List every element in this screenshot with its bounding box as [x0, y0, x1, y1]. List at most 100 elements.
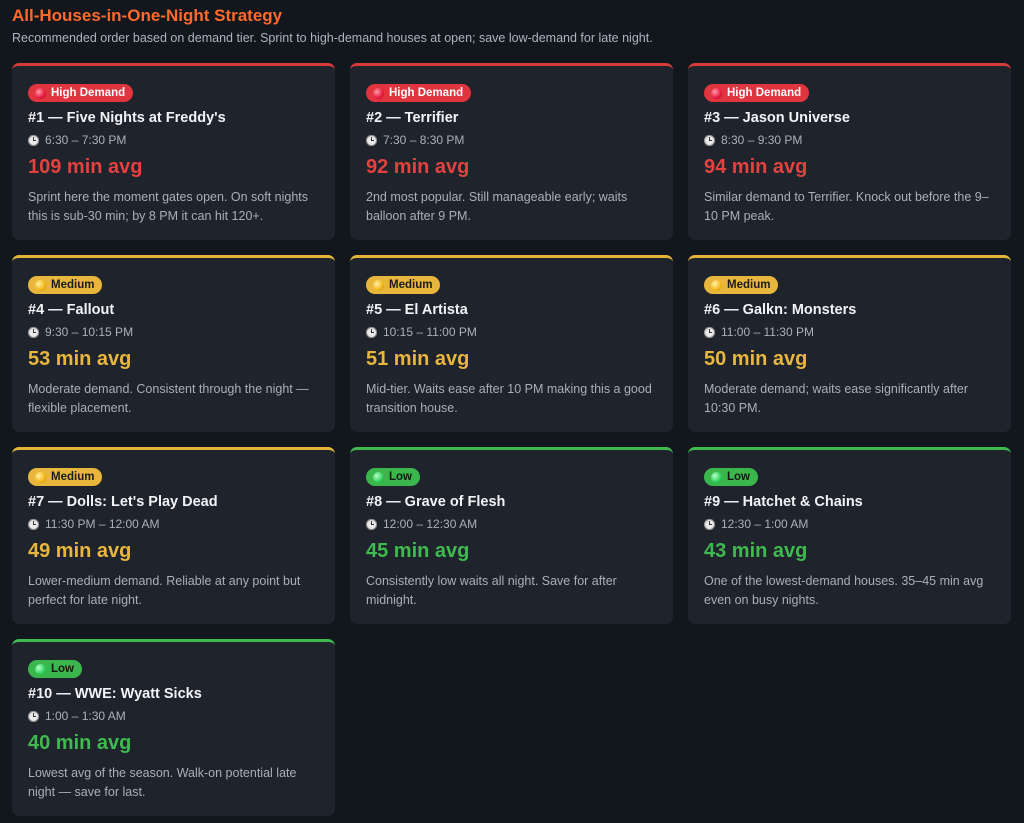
demand-badge: Medium	[366, 276, 441, 294]
demand-badge-label: High Demand	[51, 87, 126, 99]
demand-badge-label: High Demand	[389, 87, 464, 99]
time-slot-label: 11:30 PM – 12:00 AM	[45, 516, 160, 531]
time-slot-label: 6:30 – 7:30 PM	[45, 132, 127, 147]
time-slot-label: 12:00 – 12:30 AM	[383, 516, 478, 531]
clock-icon	[366, 326, 377, 338]
house-description: One of the lowest-demand houses. 35–45 m…	[704, 573, 984, 607]
demand-badge: Low	[704, 468, 758, 486]
demand-badge: Low	[366, 468, 420, 486]
clock-icon	[28, 710, 39, 722]
avg-wait: 92 min avg	[366, 155, 470, 178]
house-name: #3 — Jason Universe	[704, 109, 850, 126]
house-description: Sprint here the moment gates open. On so…	[28, 189, 309, 223]
avg-wait: 40 min avg	[28, 731, 132, 754]
time-slot-label: 11:00 – 11:30 PM	[721, 324, 814, 339]
avg-wait: 45 min avg	[366, 539, 470, 562]
demand-badge-label: Low	[389, 471, 412, 483]
clock-icon	[28, 518, 39, 530]
house-card-10: Low #10 — WWE: Wyatt Sicks 1:00 – 1:30 A…	[12, 639, 335, 816]
demand-badge-label: Medium	[51, 279, 95, 291]
demand-badge: Low	[28, 660, 82, 678]
house-description: Moderate demand. Consistent through the …	[28, 381, 309, 415]
house-card-9: Low #9 — Hatchet & Chains 12:30 – 1:00 A…	[688, 447, 1011, 624]
time-slot: 7:30 – 8:30 PM	[366, 133, 657, 148]
page-header: All-Houses-in-One-Night Strategy Recomme…	[12, 6, 653, 46]
clock-icon	[366, 134, 377, 146]
house-description: Mid-tier. Waits ease after 10 PM making …	[366, 381, 652, 415]
demand-badge-label: Medium	[727, 279, 771, 291]
house-name: #9 — Hatchet & Chains	[704, 493, 863, 510]
status-dot-icon	[373, 471, 384, 483]
page-subtitle: Recommended order based on demand tier. …	[12, 31, 653, 45]
house-card-6: Medium #6 — Galkn: Monsters 11:00 – 11:3…	[688, 255, 1011, 432]
avg-wait: 50 min avg	[704, 347, 808, 370]
demand-badge-label: Low	[727, 471, 750, 483]
time-slot: 8:30 – 9:30 PM	[704, 133, 995, 148]
time-slot: 10:15 – 11:00 PM	[366, 325, 657, 340]
demand-badge: Medium	[28, 276, 103, 294]
status-dot-icon	[35, 471, 46, 483]
clock-icon	[366, 518, 377, 530]
house-description: Lower-medium demand. Reliable at any poi…	[28, 573, 301, 607]
time-slot: 6:30 – 7:30 PM	[28, 133, 319, 148]
time-slot-label: 10:15 – 11:00 PM	[383, 324, 477, 339]
time-slot: 9:30 – 10:15 PM	[28, 325, 319, 340]
house-description: Lowest avg of the season. Walk-on potent…	[28, 765, 297, 799]
house-description: 2nd most popular. Still manageable early…	[366, 189, 628, 223]
house-name: #10 — WWE: Wyatt Sicks	[28, 685, 202, 702]
status-dot-icon	[35, 663, 46, 675]
status-dot-icon	[373, 87, 384, 99]
avg-wait: 51 min avg	[366, 347, 470, 370]
avg-wait: 53 min avg	[28, 347, 132, 370]
house-card-5: Medium #5 — El Artista 10:15 – 11:00 PM …	[350, 255, 673, 432]
demand-badge: Medium	[28, 468, 103, 486]
house-name: #4 — Fallout	[28, 301, 115, 318]
avg-wait: 43 min avg	[704, 539, 808, 562]
status-dot-icon	[711, 279, 722, 291]
house-description: Consistently low waits all night. Save f…	[366, 573, 617, 607]
demand-badge: High Demand	[28, 84, 134, 102]
house-name: #5 — El Artista	[366, 301, 468, 318]
demand-badge-label: High Demand	[727, 87, 802, 99]
house-name: #7 — Dolls: Let's Play Dead	[28, 493, 218, 510]
house-name: #8 — Grave of Flesh	[366, 493, 506, 510]
time-slot-label: 7:30 – 8:30 PM	[383, 132, 465, 147]
avg-wait: 94 min avg	[704, 155, 808, 178]
house-name: #2 — Terrifier	[366, 109, 459, 126]
time-slot: 12:00 – 12:30 AM	[366, 517, 657, 532]
status-dot-icon	[35, 279, 46, 291]
time-slot-label: 1:00 – 1:30 AM	[45, 708, 126, 723]
avg-wait: 109 min avg	[28, 155, 143, 178]
status-dot-icon	[35, 87, 46, 99]
house-card-7: Medium #7 — Dolls: Let's Play Dead 11:30…	[12, 447, 335, 624]
demand-badge: High Demand	[366, 84, 472, 102]
house-name: #6 — Galkn: Monsters	[704, 301, 857, 318]
demand-badge-label: Medium	[389, 279, 433, 291]
status-dot-icon	[711, 87, 722, 99]
page-title: All-Houses-in-One-Night Strategy	[12, 6, 283, 25]
clock-icon	[28, 134, 39, 146]
demand-badge: Medium	[704, 276, 779, 294]
house-card-1: High Demand #1 — Five Nights at Freddy's…	[12, 63, 335, 240]
time-slot: 12:30 – 1:00 AM	[704, 517, 995, 532]
clock-icon	[704, 134, 715, 146]
house-name: #1 — Five Nights at Freddy's	[28, 109, 226, 126]
time-slot-label: 12:30 – 1:00 AM	[721, 516, 809, 531]
demand-badge: High Demand	[704, 84, 810, 102]
house-card-2: High Demand #2 — Terrifier 7:30 – 8:30 P…	[350, 63, 673, 240]
house-description: Similar demand to Terrifier. Knock out b…	[704, 189, 989, 223]
status-dot-icon	[373, 279, 384, 291]
house-description: Moderate demand; waits ease significantl…	[704, 381, 969, 415]
demand-badge-label: Low	[51, 663, 74, 675]
demand-badge-label: Medium	[51, 471, 95, 483]
house-card-grid: High Demand #1 — Five Nights at Freddy's…	[12, 63, 1011, 816]
avg-wait: 49 min avg	[28, 539, 132, 562]
house-card-3: High Demand #3 — Jason Universe 8:30 – 9…	[688, 63, 1011, 240]
time-slot: 11:30 PM – 12:00 AM	[28, 517, 319, 532]
clock-icon	[28, 326, 39, 338]
clock-icon	[704, 326, 715, 338]
time-slot: 11:00 – 11:30 PM	[704, 325, 995, 340]
house-card-4: Medium #4 — Fallout 9:30 – 10:15 PM 53 m…	[12, 255, 335, 432]
clock-icon	[704, 518, 715, 530]
house-card-8: Low #8 — Grave of Flesh 12:00 – 12:30 AM…	[350, 447, 673, 624]
